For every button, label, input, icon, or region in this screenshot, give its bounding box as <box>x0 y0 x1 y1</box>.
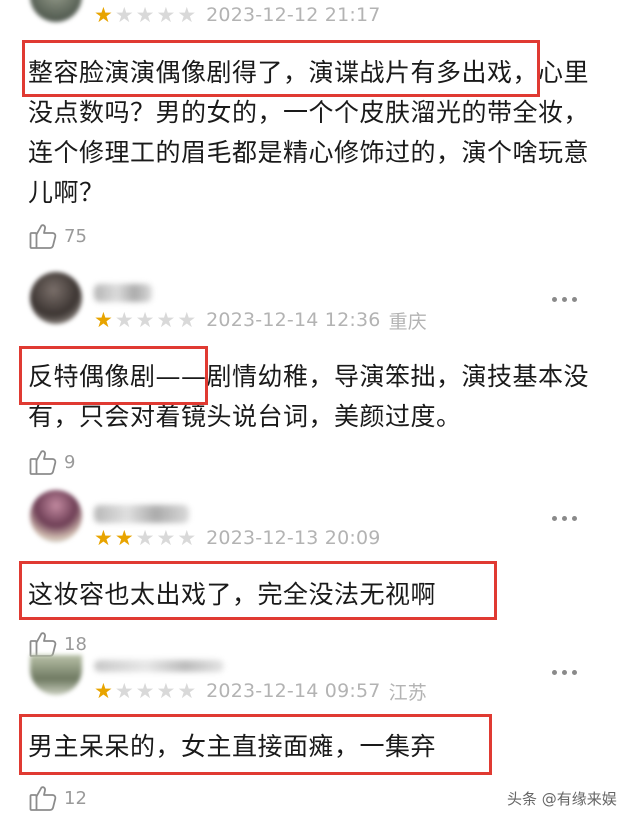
like-button[interactable]: 9 <box>28 447 75 477</box>
more-dot <box>572 670 577 675</box>
review-meta: ★ ★ ★ ★ ★ 2023-12-12 21:17 <box>94 2 381 28</box>
star-icon: ★ <box>177 307 197 332</box>
review-location: 重庆 <box>388 310 427 333</box>
avatar[interactable] <box>30 0 82 22</box>
star-rating: ★ ★ ★ ★ ★ <box>94 2 197 27</box>
like-button[interactable]: 75 <box>28 221 87 251</box>
highlight-box <box>19 561 497 620</box>
more-options-button[interactable] <box>552 670 577 675</box>
review-datetime: 2023-12-12 21:17 <box>206 4 381 26</box>
review-datetime: 2023-12-14 12:36 <box>206 309 381 331</box>
star-icon: ★ <box>94 678 113 703</box>
star-icon: ★ <box>156 2 176 27</box>
star-rating: ★ ★ ★ ★ ★ <box>94 525 197 550</box>
star-icon: ★ <box>135 525 155 550</box>
like-count: 75 <box>64 225 87 247</box>
review-datetime: 2023-12-14 09:57 <box>206 680 381 702</box>
like-count: 18 <box>64 633 87 655</box>
review-meta: ★ ★ ★ ★ ★ 2023-12-14 09:57 江苏 <box>94 678 427 704</box>
star-icon: ★ <box>156 307 176 332</box>
star-icon: ★ <box>135 2 155 27</box>
review-datetime: 2023-12-13 20:09 <box>206 527 381 549</box>
avatar[interactable] <box>30 490 82 542</box>
more-dot <box>562 670 567 675</box>
more-dot <box>572 297 577 302</box>
review-location: 江苏 <box>388 681 427 704</box>
like-count: 12 <box>64 787 87 809</box>
more-dots-icon <box>552 670 557 675</box>
star-icon: ★ <box>156 678 176 703</box>
star-icon: ★ <box>177 678 197 703</box>
watermark: 头条 @有缘来娱 <box>507 790 617 808</box>
thumbs-up-icon <box>28 447 58 477</box>
thumbs-up-icon <box>28 221 58 251</box>
highlight-box <box>19 714 492 775</box>
review-meta: ★ ★ ★ ★ ★ 2023-12-13 20:09 <box>94 525 381 551</box>
star-icon: ★ <box>135 678 155 703</box>
highlight-box <box>19 346 208 405</box>
star-rating: ★ ★ ★ ★ ★ <box>94 307 197 332</box>
star-icon: ★ <box>114 525 134 550</box>
avatar[interactable] <box>30 655 82 695</box>
username-blurred[interactable] <box>94 660 224 672</box>
avatar[interactable] <box>30 272 82 324</box>
username-blurred[interactable] <box>94 505 189 523</box>
star-icon: ★ <box>156 525 176 550</box>
star-icon: ★ <box>135 307 155 332</box>
review-meta: ★ ★ ★ ★ ★ 2023-12-14 12:36 重庆 <box>94 307 427 333</box>
highlight-box <box>22 40 540 97</box>
star-icon: ★ <box>177 2 197 27</box>
star-icon: ★ <box>94 307 113 332</box>
thumbs-up-icon <box>28 783 58 813</box>
username-blurred[interactable] <box>94 284 152 302</box>
star-icon: ★ <box>94 2 113 27</box>
like-count: 9 <box>64 451 76 473</box>
more-options-button[interactable] <box>552 297 577 302</box>
more-dot <box>572 516 577 521</box>
star-icon: ★ <box>177 525 197 550</box>
more-dot <box>562 297 567 302</box>
star-rating: ★ ★ ★ ★ ★ <box>94 678 197 703</box>
star-icon: ★ <box>114 678 134 703</box>
more-options-button[interactable] <box>552 516 577 521</box>
more-dots-icon <box>552 516 557 521</box>
star-icon: ★ <box>94 525 113 550</box>
like-button[interactable]: 12 <box>28 783 87 813</box>
more-dot <box>562 516 567 521</box>
star-icon: ★ <box>114 2 134 27</box>
star-icon: ★ <box>114 307 134 332</box>
more-dots-icon <box>552 297 557 302</box>
